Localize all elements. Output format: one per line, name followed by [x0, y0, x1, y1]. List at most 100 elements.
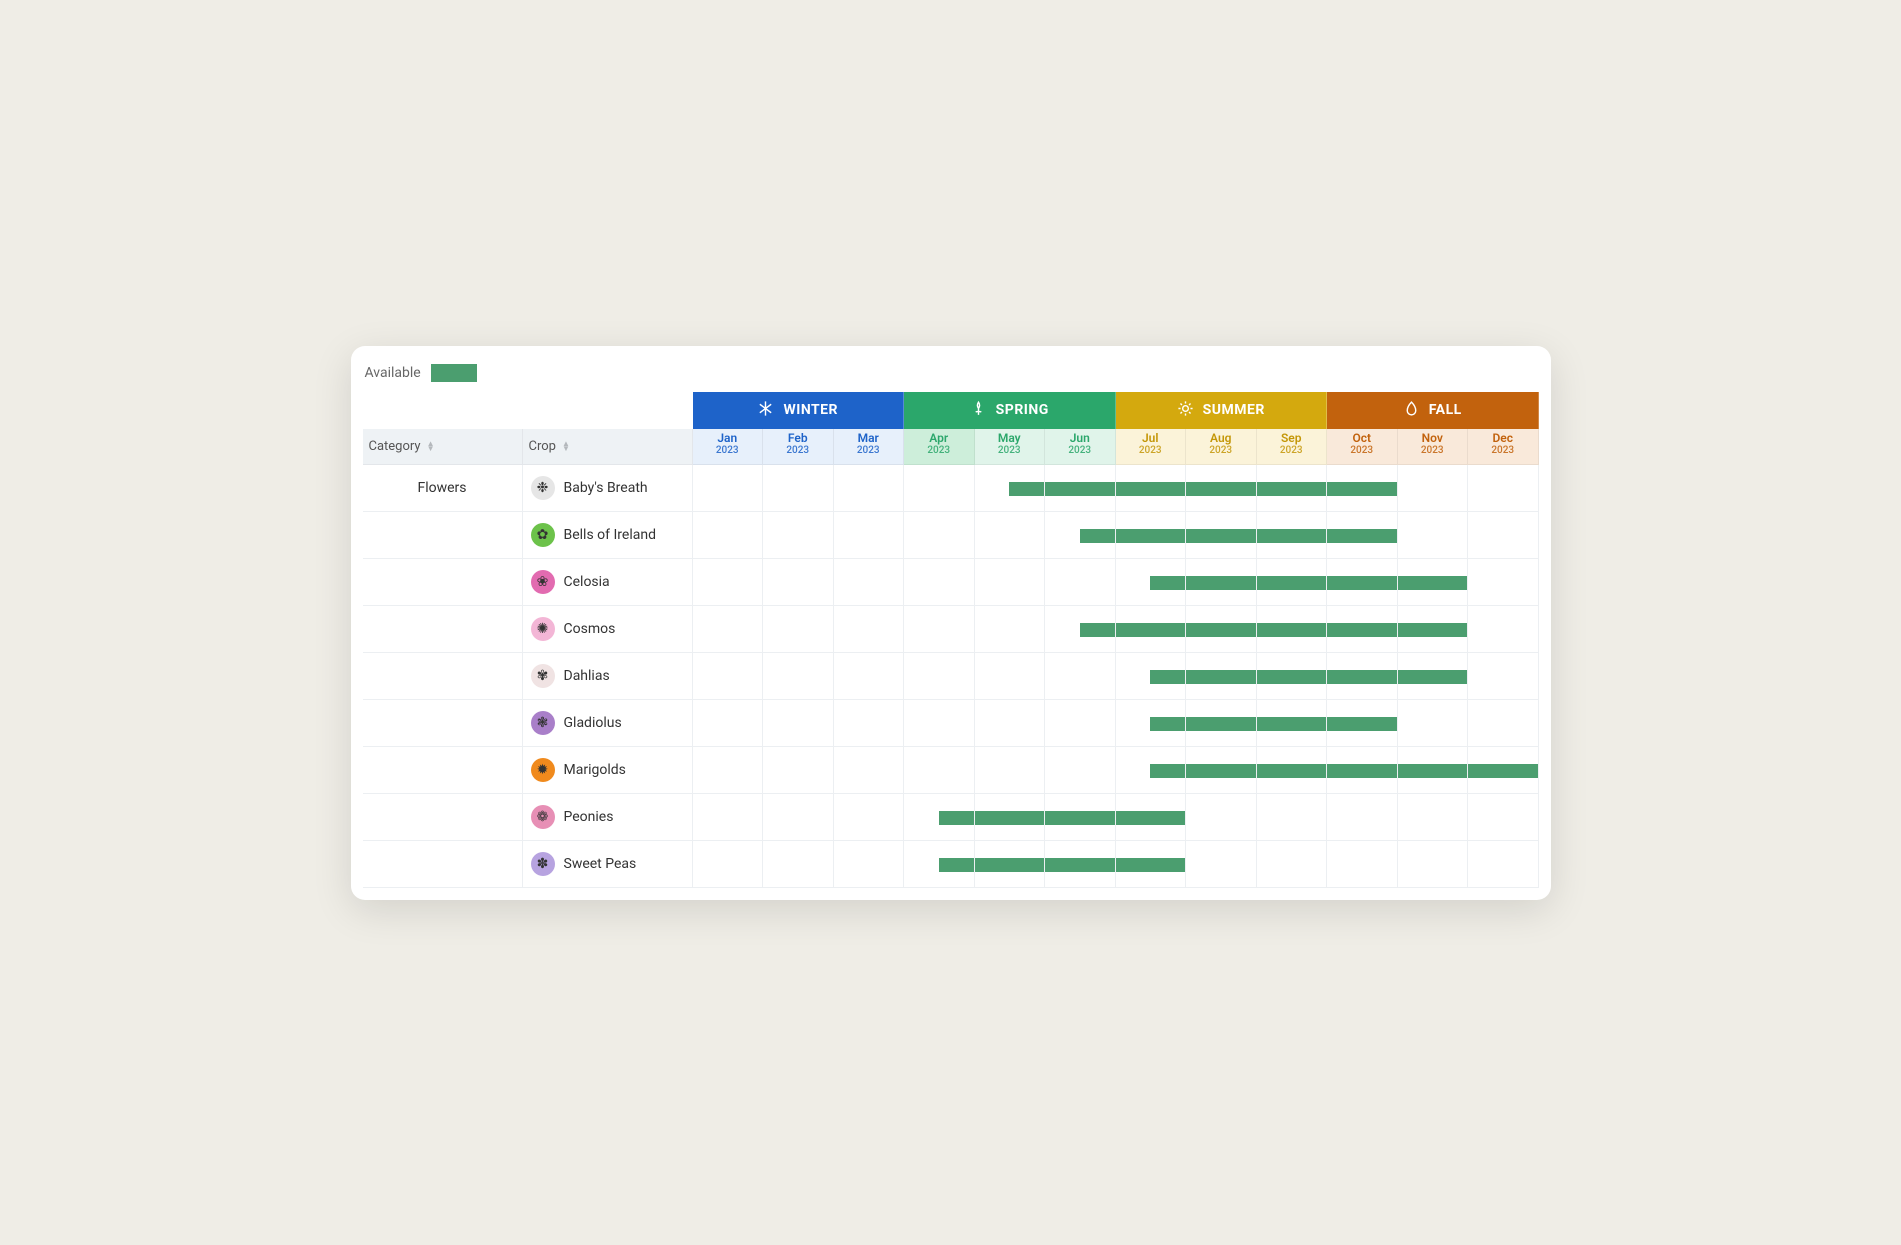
- availability-bar: [1150, 670, 1185, 684]
- timeline-cell: [1257, 465, 1328, 512]
- timeline-cell: [1186, 465, 1257, 512]
- crop-name: Sweet Peas: [564, 856, 637, 872]
- timeline-cell: [1327, 700, 1398, 747]
- availability-bar: [1257, 764, 1327, 778]
- season-header-summer: SUMMER: [1116, 392, 1328, 429]
- availability-bar: [1186, 670, 1256, 684]
- timeline-cell: [1116, 841, 1187, 888]
- availability-grid: WINTERSPRINGSUMMERFALLCategory▲▼Crop▲▼Ja…: [363, 392, 1539, 888]
- legend-swatch-available: [431, 364, 477, 382]
- crop-cell[interactable]: ✾Dahlias: [523, 653, 693, 700]
- availability-bar: [1327, 670, 1397, 684]
- availability-bar: [1327, 717, 1397, 731]
- timeline-cell: [1045, 559, 1116, 606]
- availability-bar: [1080, 529, 1115, 543]
- availability-bar: [1116, 858, 1186, 872]
- crop-cell[interactable]: ❁Peonies: [523, 794, 693, 841]
- month-header-aug: Aug2023: [1186, 429, 1257, 465]
- timeline-cell: [1116, 794, 1187, 841]
- month-header-apr: Apr2023: [904, 429, 975, 465]
- timeline-cell: [693, 653, 764, 700]
- availability-bar: [1257, 623, 1327, 637]
- availability-bar: [1327, 623, 1397, 637]
- crop-name: Cosmos: [564, 621, 616, 637]
- timeline-cell: [1045, 465, 1116, 512]
- availability-bar: [975, 811, 1045, 825]
- timeline-cell: [834, 747, 905, 794]
- timeline-cell: [693, 512, 764, 559]
- timeline-cell: [1257, 512, 1328, 559]
- timeline-cell: [904, 700, 975, 747]
- timeline-cell: [763, 794, 834, 841]
- category-cell: Flowers: [363, 465, 523, 512]
- timeline-cell: [693, 841, 764, 888]
- category-cell: [363, 700, 523, 747]
- timeline-cell: [834, 794, 905, 841]
- availability-bar: [939, 858, 974, 872]
- crop-name: Baby's Breath: [564, 480, 648, 496]
- availability-bar: [1327, 576, 1397, 590]
- crop-icon: ✽: [531, 852, 555, 876]
- category-cell: [363, 512, 523, 559]
- availability-bar: [1257, 717, 1327, 731]
- timeline-cell: [834, 465, 905, 512]
- timeline-cell: [1398, 465, 1469, 512]
- crop-cell[interactable]: ✽ Sweet Peas: [523, 841, 693, 888]
- timeline-cell: [904, 841, 975, 888]
- timeline-cell: [1257, 747, 1328, 794]
- month-header-jun: Jun2023: [1045, 429, 1116, 465]
- timeline-cell: [975, 606, 1046, 653]
- availability-bar: [1398, 670, 1468, 684]
- timeline-cell: [1045, 700, 1116, 747]
- timeline-cell: [1116, 747, 1187, 794]
- availability-bar: [1257, 670, 1327, 684]
- availability-bar: [1045, 858, 1115, 872]
- crop-icon: ❉: [531, 476, 555, 500]
- crop-cell[interactable]: ✹Marigolds: [523, 747, 693, 794]
- column-header-crop[interactable]: Crop▲▼: [523, 429, 693, 465]
- timeline-cell: [975, 794, 1046, 841]
- timeline-cell: [1327, 653, 1398, 700]
- timeline-cell: [1327, 465, 1398, 512]
- availability-bar: [1116, 811, 1186, 825]
- timeline-cell: [1045, 653, 1116, 700]
- availability-bar: [1398, 576, 1468, 590]
- availability-bar: [1468, 764, 1538, 778]
- availability-bar: [1257, 576, 1327, 590]
- month-header-oct: Oct2023: [1327, 429, 1398, 465]
- sort-icon[interactable]: ▲▼: [562, 441, 570, 451]
- timeline-cell: [693, 794, 764, 841]
- crop-cell[interactable]: ❀Celosia: [523, 559, 693, 606]
- timeline-cell: [693, 606, 764, 653]
- timeline-cell: [1257, 653, 1328, 700]
- crop-name: Celosia: [564, 574, 610, 590]
- availability-card: Available WINTERSPRINGSUMMERFALLCategory…: [351, 346, 1551, 900]
- timeline-cell: [1116, 700, 1187, 747]
- timeline-cell: [1327, 512, 1398, 559]
- crop-cell[interactable]: ✺Cosmos: [523, 606, 693, 653]
- availability-bar: [1150, 576, 1185, 590]
- season-spacer: [363, 392, 693, 429]
- timeline-cell: [763, 747, 834, 794]
- sort-icon[interactable]: ▲▼: [427, 441, 435, 451]
- season-label: FALL: [1429, 402, 1462, 418]
- timeline-cell: [904, 747, 975, 794]
- timeline-cell: [763, 841, 834, 888]
- crop-icon: ❁: [531, 805, 555, 829]
- crop-name: Bells of Ireland: [564, 527, 656, 543]
- crop-name: Dahlias: [564, 668, 610, 684]
- timeline-cell: [1045, 747, 1116, 794]
- crop-cell[interactable]: ❉ Baby's Breath: [523, 465, 693, 512]
- timeline-cell: [1468, 606, 1539, 653]
- availability-bar: [1327, 482, 1397, 496]
- category-cell: [363, 841, 523, 888]
- column-header-category[interactable]: Category▲▼: [363, 429, 523, 465]
- timeline-cell: [834, 653, 905, 700]
- availability-bar: [1080, 623, 1115, 637]
- timeline-cell: [904, 794, 975, 841]
- crop-cell[interactable]: ❃Gladiolus: [523, 700, 693, 747]
- timeline-cell: [1186, 559, 1257, 606]
- timeline-cell: [1468, 559, 1539, 606]
- crop-cell[interactable]: ✿Bells of Ireland: [523, 512, 693, 559]
- availability-bar: [1398, 764, 1468, 778]
